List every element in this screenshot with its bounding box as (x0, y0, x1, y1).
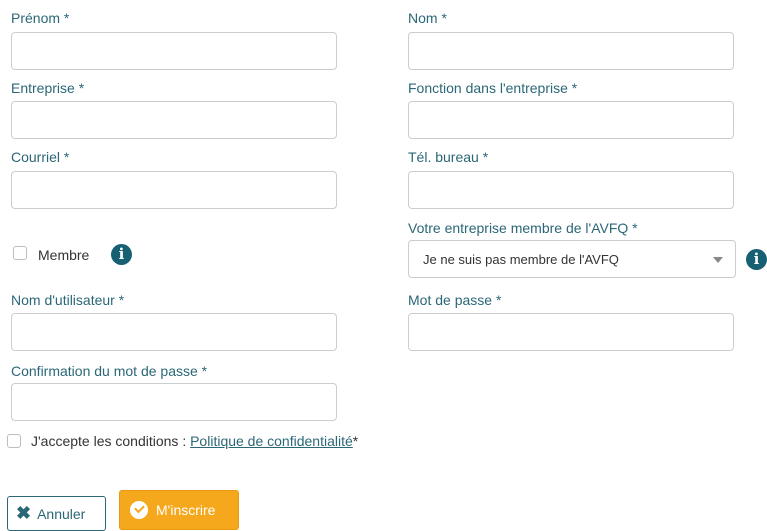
member-checkbox[interactable] (13, 246, 27, 260)
terms-text: J'accepte les conditions : (31, 433, 191, 449)
office-phone-label: Tél. bureau * (408, 149, 489, 165)
terms-required-mark: * (352, 433, 359, 449)
first-name-input[interactable] (11, 32, 337, 70)
job-title-input[interactable] (408, 101, 734, 139)
avfq-member-label: Votre entreprise membre de l'AVFQ * (408, 220, 638, 236)
x-icon: ✖ (16, 503, 32, 523)
info-icon[interactable]: i (111, 244, 132, 265)
last-name-label: Nom * (408, 10, 447, 26)
office-phone-input[interactable] (408, 171, 734, 209)
privacy-policy-link[interactable]: Politique de confidentialité (190, 433, 353, 449)
password-confirm-label: Confirmation du mot de passe * (11, 363, 208, 379)
email-label: Courriel * (11, 149, 70, 165)
email-input[interactable] (11, 171, 337, 209)
avfq-member-select[interactable]: Je ne suis pas membre de l'AVFQ (408, 240, 736, 278)
last-name-input[interactable] (408, 32, 734, 70)
company-input[interactable] (11, 101, 337, 139)
password-confirm-input[interactable] (11, 383, 337, 421)
chevron-down-icon (713, 257, 723, 263)
cancel-button-label: Annuler (37, 505, 86, 522)
register-button-label: M'inscrire (156, 502, 216, 518)
terms-checkbox[interactable] (7, 434, 21, 448)
username-input[interactable] (11, 313, 337, 351)
first-name-label: Prénom * (11, 10, 70, 26)
job-title-label: Fonction dans l'entreprise * (408, 80, 578, 96)
username-label: Nom d'utilisateur * (11, 292, 125, 308)
company-label: Entreprise * (11, 80, 85, 96)
password-label: Mot de passe * (408, 292, 502, 308)
info-icon[interactable]: i (746, 249, 767, 270)
avfq-member-selected-value: Je ne suis pas membre de l'AVFQ (423, 252, 619, 267)
cancel-button[interactable]: ✖ Annuler (7, 496, 106, 531)
register-button[interactable]: M'inscrire (119, 490, 239, 530)
password-input[interactable] (408, 313, 734, 351)
check-circle-icon (130, 501, 148, 519)
member-checkbox-label: Membre (38, 247, 90, 263)
terms-text-row: J'accepte les conditions : Politique de … (31, 433, 358, 449)
